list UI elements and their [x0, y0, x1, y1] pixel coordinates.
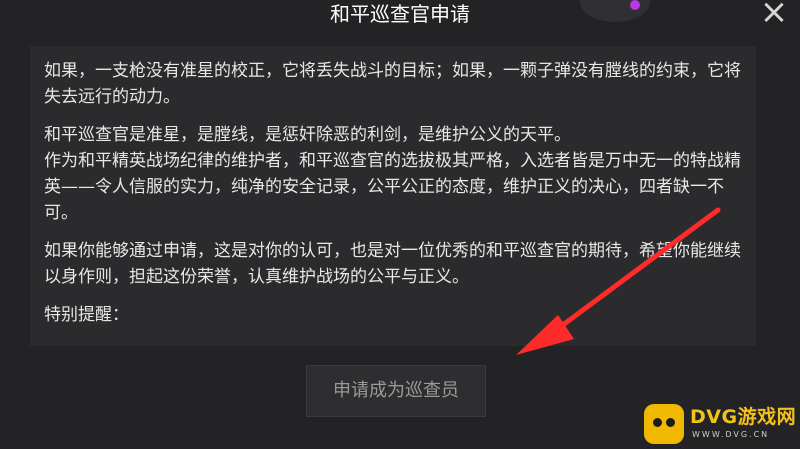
close-icon: × [759, 0, 789, 32]
scroll-fade [30, 324, 756, 346]
paragraph-definition: 和平巡查官是准星，是膛线，是惩奸除恶的利剑，是维护公义的天平。 [44, 125, 571, 145]
rules-text-panel[interactable]: 如果，一支枪没有准星的校正，它将丢失战斗的目标；如果，一颗子弹没有膛线的约束，它… [30, 46, 756, 346]
close-button[interactable]: × [758, 0, 790, 29]
dialog-title: 和平巡查官申请 [330, 2, 470, 26]
paragraph-expectation: 如果你能够通过申请，这是对你的认可，也是对一位优秀的和平巡查官的期待，希望你能继… [44, 241, 741, 287]
watermark-brand: DVG游戏网 [690, 406, 797, 428]
dialog-header: 和平巡查官申请 × [0, 0, 800, 32]
apply-button[interactable]: 申请成为巡查员 [306, 365, 486, 417]
gamepad-logo-icon [644, 404, 684, 444]
watermark-url: WWW.DVG.CN [692, 430, 770, 439]
site-watermark: DVG游戏网 WWW.DVG.CN [644, 398, 800, 449]
application-dialog: 和平巡查官申请 × 如果，一支枪没有准星的校正，它将丢失战斗的目标；如果，一颗子… [0, 0, 800, 449]
paragraph-intro: 如果，一支枪没有准星的校正，它将丢失战斗的目标；如果，一颗子弹没有膛线的约束，它… [44, 61, 741, 107]
paragraph-requirements: 作为和平精英战场纪律的维护者，和平巡查官的选拔极其严格，入选者皆是万中无一的特战… [44, 151, 741, 223]
rules-text: 如果，一支枪没有准星的校正，它将丢失战斗的目标；如果，一颗子弹没有膛线的约束，它… [30, 46, 756, 328]
